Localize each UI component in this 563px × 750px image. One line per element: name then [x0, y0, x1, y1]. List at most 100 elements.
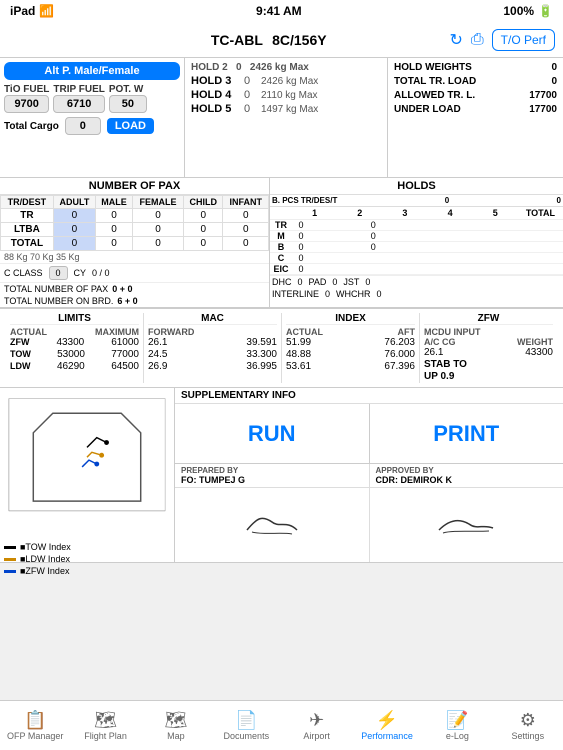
- hold5-max: 1497 kg Max: [261, 104, 381, 115]
- nav-map[interactable]: 🗺 Map: [141, 701, 211, 750]
- col-total: TOTAL: [518, 208, 563, 218]
- tr-male: 0: [96, 209, 133, 223]
- trip-fuel-value[interactable]: 6710: [53, 95, 104, 113]
- index-tow-actual: 48.88: [286, 349, 311, 360]
- hold-weights-panel: HOLD WEIGHTS 0 TOTAL TR. LOAD 0 ALLOWED …: [388, 58, 563, 177]
- hold4-val: 0: [237, 89, 257, 101]
- ldw-legend-icon: [4, 558, 16, 561]
- pot-w-label: POT. W: [109, 84, 147, 95]
- holds-tr-v1: [310, 220, 352, 230]
- zfw-mcdu-header: MCDU INPUT: [424, 327, 553, 337]
- share-icon[interactable]: ⎙: [471, 31, 484, 49]
- holds-m-label: M: [270, 231, 292, 241]
- tio-fuel-value[interactable]: 9700: [4, 95, 49, 113]
- whchr-val: 0: [377, 289, 382, 299]
- limits-block: LIMITS ACTUAL MAXIMUM ZFW 43300 61000 TO…: [6, 313, 144, 383]
- tow-legend-icon: [4, 546, 16, 549]
- cclass-val: 0: [49, 266, 68, 280]
- pad-label: PAD: [309, 277, 327, 287]
- mac-header: FORWARD: [148, 327, 277, 337]
- nav-flight-plan[interactable]: 🗺 Flight Plan: [70, 701, 140, 750]
- nav-documents[interactable]: 📄 Documents: [211, 701, 281, 750]
- nav-ofp-manager[interactable]: 📋 OFP Manager: [0, 701, 70, 750]
- ltba-adult[interactable]: 0: [53, 223, 95, 237]
- airport-icon: ✈: [309, 711, 324, 729]
- nav-airport-label: Airport: [303, 731, 330, 741]
- actions-section: ■TOW Index ■LDW Index ■ZFW Index SUPPLEM…: [0, 388, 563, 563]
- nav-docs-label: Documents: [224, 731, 270, 741]
- legend-ldw: ■LDW Index: [4, 554, 170, 564]
- cclass-label: C CLASS: [4, 268, 43, 278]
- total-brd-val: 6 + 0: [117, 296, 137, 306]
- tio-fuel-label: TiO FUEL: [4, 84, 49, 95]
- holds-tr-v2: 0: [352, 220, 394, 230]
- ltba-male: 0: [96, 223, 133, 237]
- aircraft-id: TC-ABL: [211, 32, 263, 48]
- nav-settings-label: Settings: [512, 731, 545, 741]
- hold5-val: 0: [237, 103, 257, 115]
- holds-tr-v3: [394, 220, 436, 230]
- top-bar-right: ↻ ⎙ T/O Perf: [449, 29, 555, 51]
- limits-zfw-label: ZFW: [10, 337, 30, 348]
- limits-header: ACTUAL MAXIMUM: [10, 327, 139, 337]
- under-load-row: UNDER LOAD 17700: [394, 104, 557, 115]
- refresh-icon[interactable]: ↻: [449, 30, 462, 50]
- total-adult[interactable]: 0: [53, 237, 95, 251]
- index-block: INDEX ACTUAL AFT 51.99 76.203 48.88 76.0…: [282, 313, 420, 383]
- table-row: TOTAL 0 0 0 0 0: [1, 237, 269, 251]
- mac-zfw-row: 26.1 39.591: [148, 337, 277, 348]
- under-load-val: 17700: [529, 104, 557, 115]
- mac-ldw-fwd: 36.995: [246, 361, 277, 372]
- prepared-by-block: PREPARED BY FO: TUMPEJ G: [175, 464, 370, 487]
- holds-panel: HOLD 2 0 2426 kg Max HOLD 3 0 2426 kg Ma…: [185, 58, 388, 177]
- total-tr-load-label: TOTAL TR. LOAD: [394, 76, 476, 87]
- holds-m-v2: 0: [352, 231, 394, 241]
- mcdu-input-label: MCDU INPUT: [424, 327, 481, 337]
- print-button[interactable]: PRINT: [370, 404, 563, 463]
- flight-plan-icon: 🗺: [94, 711, 117, 729]
- documents-icon: 📄: [235, 711, 257, 729]
- b-pcs-col0: 0: [445, 196, 449, 205]
- row-tr-label: TR: [1, 209, 54, 223]
- mac-zfw-val: 26.1: [148, 337, 167, 348]
- index-ldw-row: 53.61 67.396: [286, 361, 415, 372]
- limits-tow-label: TOW: [10, 349, 31, 360]
- holds-tr-v6: [521, 220, 563, 230]
- total-tr-load-val: 0: [551, 76, 557, 87]
- pot-w-value[interactable]: 50: [109, 95, 147, 113]
- load-button[interactable]: LOAD: [107, 118, 154, 134]
- row-total-label: TOTAL: [1, 237, 54, 251]
- dhc-val: 0: [298, 277, 303, 287]
- col-trdest: TR/DEST: [1, 196, 54, 209]
- index-title: INDEX: [286, 313, 415, 325]
- tr-child: 0: [184, 209, 223, 223]
- tr-adult[interactable]: 0: [53, 209, 95, 223]
- index-zfw-aft: 76.203: [384, 337, 415, 348]
- run-button[interactable]: RUN: [175, 404, 370, 463]
- pax-panel: NUMBER OF PAX TR/DEST ADULT MALE FEMALE …: [0, 178, 270, 307]
- tow-legend-label: ■TOW Index: [20, 542, 71, 552]
- nav-elog[interactable]: 📝 e-Log: [422, 701, 492, 750]
- pax-mode-button[interactable]: Alt P. Male/Female: [4, 62, 180, 80]
- mac-ldw-val: 26.9: [148, 361, 167, 372]
- pax-table: TR/DEST ADULT MALE FEMALE CHILD INFANT T…: [0, 195, 269, 251]
- hold4-row: HOLD 4 0 2110 kg Max: [191, 89, 381, 101]
- run-print-row: RUN PRINT: [175, 404, 563, 464]
- total-brd-label: TOTAL NUMBER ON BRD.: [4, 296, 113, 306]
- total-cargo-value[interactable]: 0: [65, 117, 101, 135]
- b-pcs-label: B. PCS TR/DES/T: [272, 196, 337, 205]
- nav-settings[interactable]: ⚙ Settings: [493, 701, 563, 750]
- approved-by-label: APPROVED BY: [376, 466, 558, 475]
- toperf-button[interactable]: T/O Perf: [492, 29, 555, 51]
- nav-airport[interactable]: ✈ Airport: [282, 701, 352, 750]
- mac-ldw-row: 26.9 36.995: [148, 361, 277, 372]
- nav-performance[interactable]: ⚡ Performance: [352, 701, 422, 750]
- hold4-max: 2110 kg Max: [261, 90, 381, 101]
- zfw-legend-icon: [4, 570, 16, 573]
- toperf-label: T/O Perf: [501, 33, 546, 47]
- mac-fwd-header: FORWARD: [148, 327, 194, 337]
- mac-zfw-fwd: 39.591: [246, 337, 277, 348]
- limits-ldw-max: 64500: [111, 361, 139, 372]
- limits-zfw-actual: 43300: [56, 337, 84, 348]
- col-male: MALE: [96, 196, 133, 209]
